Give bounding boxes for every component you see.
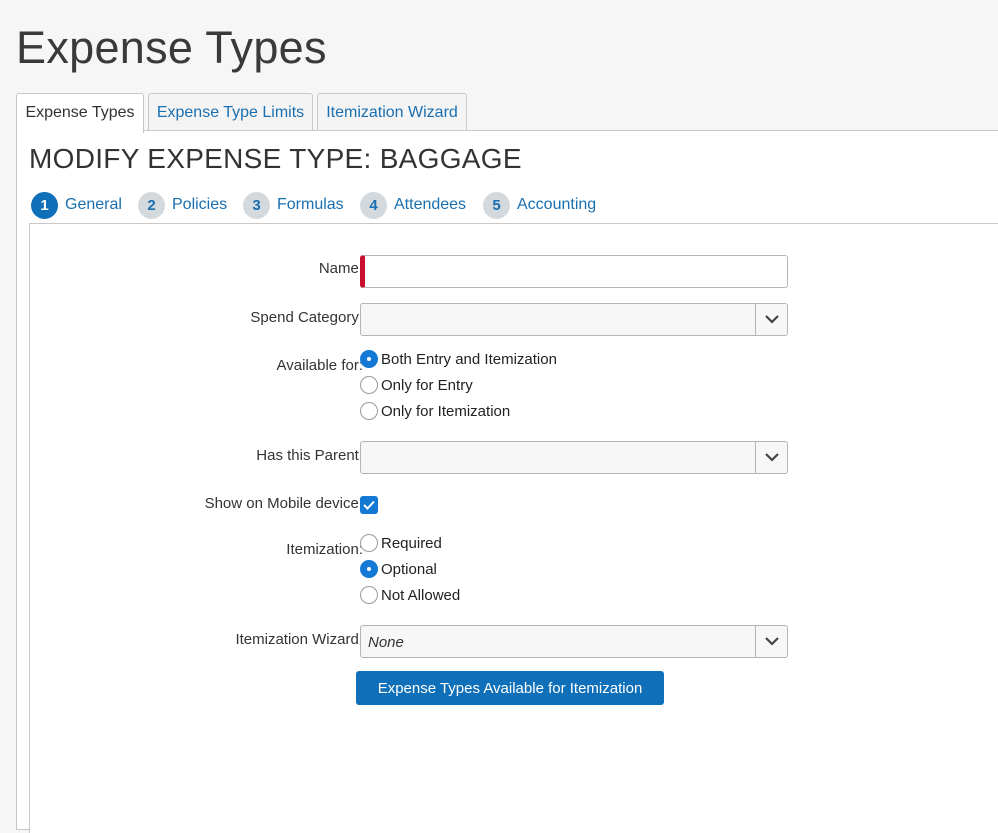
itemization-label: Itemization: bbox=[286, 541, 363, 558]
page-title: Expense Types bbox=[16, 22, 327, 73]
name-label: Name: bbox=[318, 260, 363, 277]
radio-required[interactable]: Required bbox=[360, 532, 442, 554]
step-label: General bbox=[65, 196, 122, 213]
available-for-label: Available for: bbox=[276, 357, 363, 374]
form-content: Name: Spend Category: Available for: Bot… bbox=[29, 223, 998, 833]
itemization-wizard-select[interactable]: None bbox=[360, 625, 788, 658]
expense-types-itemization-button[interactable]: Expense Types Available for Itemization bbox=[356, 671, 664, 705]
chevron-down-icon[interactable] bbox=[755, 442, 787, 473]
step-label: Formulas bbox=[277, 196, 344, 213]
radio-unselected[interactable] bbox=[360, 534, 378, 552]
itemization-wizard-value: None bbox=[368, 634, 404, 651]
tab-expense-type-limits[interactable]: Expense Type Limits bbox=[148, 93, 313, 131]
radio-selected[interactable] bbox=[360, 560, 378, 578]
step-number: 4 bbox=[360, 191, 387, 219]
step-number: 5 bbox=[483, 191, 510, 219]
radio-both-entry-itemization[interactable]: Both Entry and Itemization bbox=[360, 348, 557, 370]
name-input[interactable] bbox=[360, 255, 788, 288]
radio-selected[interactable] bbox=[360, 350, 378, 368]
radio-label: Both Entry and Itemization bbox=[381, 350, 557, 368]
step-number: 2 bbox=[138, 191, 165, 219]
section-title: MODIFY EXPENSE TYPE: BAGGAGE bbox=[29, 143, 522, 174]
itemization-wizard-label: Itemization Wizard: bbox=[235, 631, 363, 648]
step-accounting[interactable]: 5 Accounting bbox=[483, 191, 596, 219]
radio-optional[interactable]: Optional bbox=[360, 558, 437, 580]
has-parent-label: Has this Parent: bbox=[256, 447, 363, 464]
step-label: Policies bbox=[172, 196, 228, 213]
main-panel: MODIFY EXPENSE TYPE: BAGGAGE 1 General 2… bbox=[16, 130, 998, 833]
checkmark-icon bbox=[363, 500, 375, 510]
chevron-down-icon[interactable] bbox=[755, 626, 787, 657]
radio-label: Optional bbox=[381, 560, 437, 578]
radio-label: Required bbox=[381, 534, 442, 552]
show-mobile-checkbox[interactable] bbox=[360, 496, 378, 514]
radio-label: Only for Entry bbox=[381, 376, 473, 394]
tab-expense-types[interactable]: Expense Types bbox=[16, 93, 144, 133]
step-number: 3 bbox=[243, 191, 270, 219]
step-formulas[interactable]: 3 Formulas bbox=[243, 191, 344, 219]
show-mobile-label: Show on Mobile device: bbox=[204, 495, 363, 512]
radio-unselected[interactable] bbox=[360, 376, 378, 394]
step-label: Accounting bbox=[517, 196, 597, 213]
step-label: Attendees bbox=[394, 196, 467, 213]
spend-category-select[interactable] bbox=[360, 303, 788, 336]
radio-label: Not Allowed bbox=[381, 586, 461, 604]
step-general[interactable]: 1 General bbox=[31, 191, 122, 219]
step-policies[interactable]: 2 Policies bbox=[138, 191, 227, 219]
chevron-down-icon[interactable] bbox=[755, 304, 787, 335]
radio-label: Only for Itemization bbox=[381, 402, 511, 420]
spend-category-label: Spend Category: bbox=[250, 309, 363, 326]
step-attendees[interactable]: 4 Attendees bbox=[360, 191, 466, 219]
radio-only-entry[interactable]: Only for Entry bbox=[360, 374, 473, 396]
step-number: 1 bbox=[31, 191, 58, 219]
radio-unselected[interactable] bbox=[360, 586, 378, 604]
tab-itemization-wizard[interactable]: Itemization Wizard bbox=[317, 93, 467, 131]
radio-only-itemization[interactable]: Only for Itemization bbox=[360, 400, 510, 422]
radio-not-allowed[interactable]: Not Allowed bbox=[360, 584, 460, 606]
has-parent-select[interactable] bbox=[360, 441, 788, 474]
radio-unselected[interactable] bbox=[360, 402, 378, 420]
